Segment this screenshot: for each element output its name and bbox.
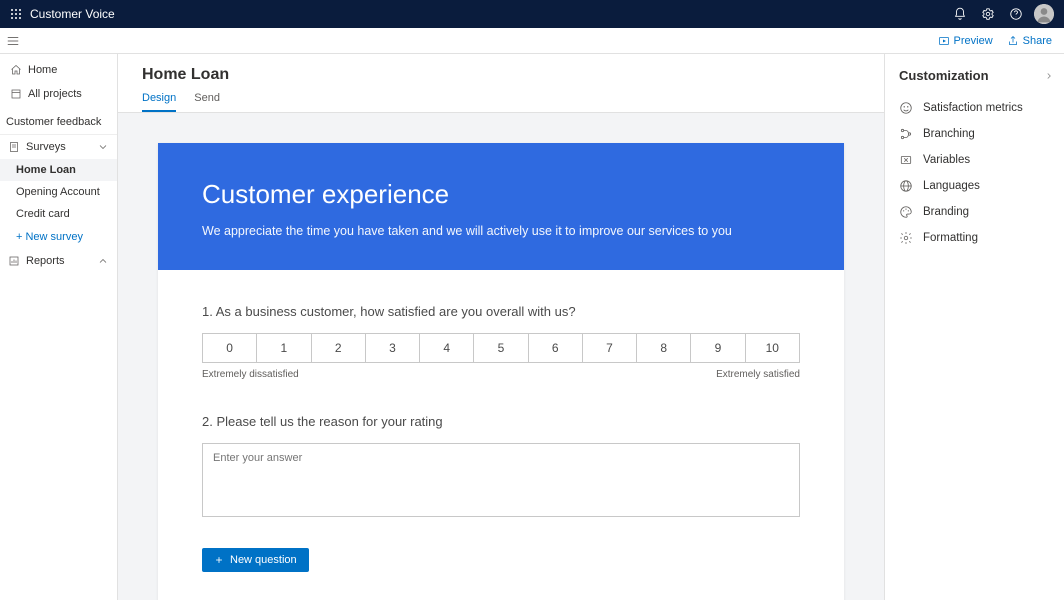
survey-title: Customer experience <box>202 179 800 210</box>
nav-surveys[interactable]: Surveys <box>0 135 117 159</box>
nps-anchor-high: Extremely satisfied <box>716 369 800 380</box>
customization-metrics-label: Satisfaction metrics <box>923 102 1023 114</box>
customization-variables[interactable]: Variables <box>885 147 1064 173</box>
help-icon[interactable] <box>1002 0 1030 28</box>
nps-1[interactable]: 1 <box>257 334 311 362</box>
share-button[interactable]: Share <box>1007 35 1052 47</box>
nps-7[interactable]: 7 <box>583 334 637 362</box>
customization-branding[interactable]: Branding <box>885 199 1064 225</box>
avatar[interactable] <box>1034 4 1054 24</box>
question-2[interactable]: 2. Please tell us the reason for your ra… <box>202 414 800 520</box>
plus-icon <box>214 555 224 565</box>
question-1[interactable]: 1. As a business customer, how satisfied… <box>202 304 800 380</box>
hamburger-icon[interactable] <box>6 34 20 51</box>
share-label: Share <box>1023 35 1052 47</box>
reports-icon <box>8 255 20 267</box>
surveys-icon <box>8 141 20 153</box>
customization-formatting-label: Formatting <box>923 232 978 244</box>
palette-icon <box>899 205 913 219</box>
nav-reports-label: Reports <box>26 255 65 267</box>
nps-6[interactable]: 6 <box>529 334 583 362</box>
survey-header[interactable]: Customer experience We appreciate the ti… <box>158 143 844 270</box>
survey-item-opening-account[interactable]: Opening Account <box>0 181 117 203</box>
question-1-label: 1. As a business customer, how satisfied… <box>202 304 800 319</box>
new-question-button[interactable]: New question <box>202 548 309 572</box>
smiley-icon <box>899 101 913 115</box>
nav-all-projects[interactable]: All projects <box>0 82 117 106</box>
variable-icon <box>899 153 913 167</box>
nps-scale: 0 1 2 3 4 5 6 7 8 9 10 <box>202 333 800 363</box>
customization-variables-label: Variables <box>923 154 970 166</box>
nav-reports[interactable]: Reports <box>0 249 117 273</box>
nps-0[interactable]: 0 <box>203 334 257 362</box>
page-toolbar: Preview Share <box>0 28 1064 54</box>
customization-metrics[interactable]: Satisfaction metrics <box>885 95 1064 121</box>
nps-9[interactable]: 9 <box>691 334 745 362</box>
customization-branching-label: Branching <box>923 128 975 140</box>
nps-8[interactable]: 8 <box>637 334 691 362</box>
main-area: Home Loan Design Send Customer experienc… <box>118 54 884 600</box>
page-title: Home Loan <box>142 66 860 84</box>
gear-small-icon <box>899 231 913 245</box>
page-tabs: Design Send <box>142 92 860 112</box>
question-2-label: 2. Please tell us the reason for your ra… <box>202 414 800 429</box>
app-top-bar: Customer Voice <box>0 0 1064 28</box>
nav-all-projects-label: All projects <box>28 88 82 100</box>
app-title: Customer Voice <box>30 7 115 21</box>
customization-branching[interactable]: Branching <box>885 121 1064 147</box>
nps-10[interactable]: 10 <box>746 334 799 362</box>
survey-subtitle: We appreciate the time you have taken an… <box>202 224 800 238</box>
notifications-icon[interactable] <box>946 0 974 28</box>
customization-branding-label: Branding <box>923 206 969 218</box>
nav-project-title: Customer feedback <box>0 106 117 135</box>
nav-home[interactable]: Home <box>0 58 117 82</box>
app-launcher-icon[interactable] <box>8 6 24 22</box>
customization-languages-label: Languages <box>923 180 980 192</box>
nav-home-label: Home <box>28 64 57 76</box>
nps-3[interactable]: 3 <box>366 334 420 362</box>
nps-anchor-low: Extremely dissatisfied <box>202 369 299 380</box>
survey-card: Customer experience We appreciate the ti… <box>158 143 844 600</box>
customization-languages[interactable]: Languages <box>885 173 1064 199</box>
customization-formatting[interactable]: Formatting <box>885 225 1064 251</box>
chevron-right-icon[interactable] <box>1044 71 1054 81</box>
question-2-input[interactable] <box>202 443 800 517</box>
tab-design[interactable]: Design <box>142 92 176 112</box>
survey-item-credit-card[interactable]: Credit card <box>0 203 117 225</box>
nps-2[interactable]: 2 <box>312 334 366 362</box>
new-survey-link[interactable]: + New survey <box>0 225 117 249</box>
nps-5[interactable]: 5 <box>474 334 528 362</box>
gear-icon[interactable] <box>974 0 1002 28</box>
chevron-down-icon <box>97 141 109 153</box>
preview-button[interactable]: Preview <box>938 35 993 47</box>
page-header: Home Loan Design Send <box>118 54 884 113</box>
globe-icon <box>899 179 913 193</box>
tab-send[interactable]: Send <box>194 92 220 112</box>
new-question-label: New question <box>230 554 297 566</box>
customization-panel: Customization Satisfaction metrics Branc… <box>884 54 1064 600</box>
preview-label: Preview <box>954 35 993 47</box>
customization-heading: Customization <box>899 68 989 83</box>
nps-4[interactable]: 4 <box>420 334 474 362</box>
branch-icon <box>899 127 913 141</box>
survey-item-home-loan[interactable]: Home Loan <box>0 159 117 181</box>
left-nav: Home All projects Customer feedback Surv… <box>0 54 118 600</box>
chevron-up-icon <box>97 255 109 267</box>
nav-surveys-label: Surveys <box>26 141 66 153</box>
